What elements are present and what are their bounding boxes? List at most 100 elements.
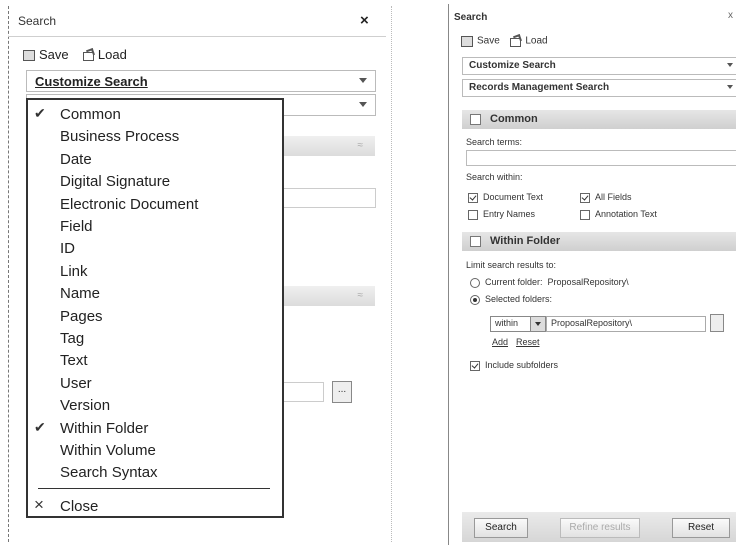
- entry-names-checkbox[interactable]: Entry Names: [468, 209, 535, 220]
- records-search-select[interactable]: Records Management Search: [462, 79, 736, 97]
- search-button[interactable]: Search: [474, 518, 528, 538]
- chevron-down-icon: [359, 102, 367, 107]
- browse-button[interactable]: ...: [332, 381, 352, 403]
- menu-item[interactable]: Name: [28, 283, 282, 305]
- checkbox-icon: [470, 360, 480, 371]
- menu-item-label: Date: [60, 150, 92, 168]
- collapse-icon: ≈: [357, 140, 364, 151]
- within-select[interactable]: within: [490, 316, 546, 332]
- section-title: Within Folder: [490, 235, 561, 247]
- radio-icon: [470, 277, 480, 288]
- search-terms-input[interactable]: [466, 150, 736, 166]
- panel-border: [8, 6, 9, 542]
- load-icon[interactable]: [81, 49, 95, 61]
- save-button[interactable]: Save: [477, 36, 500, 47]
- all-fields-checkbox[interactable]: All Fields: [580, 192, 632, 203]
- document-text-checkbox[interactable]: Document Text: [468, 192, 543, 203]
- menu-item[interactable]: Search Syntax: [28, 462, 282, 484]
- selected-folders-radio[interactable]: Selected folders:: [470, 294, 552, 305]
- panel-border: [391, 6, 392, 542]
- search-terms-input[interactable]: [278, 188, 376, 208]
- collapse-icon[interactable]: [470, 114, 481, 125]
- annotation-text-checkbox[interactable]: Annotation Text: [580, 209, 657, 220]
- browse-button[interactable]: [710, 314, 724, 332]
- include-subfolders-checkbox[interactable]: Include subfolders: [470, 360, 558, 371]
- title-bar: [8, 6, 386, 37]
- customize-search-select[interactable]: Customize Search: [26, 70, 376, 92]
- select-value: within: [495, 318, 519, 328]
- menu-item[interactable]: Electronic Document: [28, 194, 282, 216]
- menu-item-label: Text: [60, 352, 88, 370]
- customize-search-select[interactable]: Customize Search: [462, 57, 736, 75]
- close-button[interactable]: ×: [360, 12, 369, 29]
- folder-input[interactable]: [278, 382, 324, 402]
- menu-item[interactable]: Link: [28, 261, 282, 283]
- menu-item[interactable]: Tag: [28, 328, 282, 350]
- save-icon[interactable]: [460, 35, 474, 47]
- refine-results-button[interactable]: Refine results: [560, 518, 640, 538]
- menu-item-label: Business Process: [60, 128, 180, 146]
- menu-item[interactable]: Date: [28, 149, 282, 171]
- menu-item[interactable]: ✔ Within Folder: [28, 418, 282, 440]
- menu-item[interactable]: Pages: [28, 306, 282, 328]
- add-folder-link[interactable]: Add: [492, 337, 508, 347]
- menu-item[interactable]: Digital Signature: [28, 171, 282, 193]
- checkmark-icon: ✔: [34, 418, 46, 435]
- common-section-header[interactable]: Common: [462, 110, 736, 129]
- menu-close-item[interactable]: × Close: [28, 495, 282, 518]
- menu-item[interactable]: Version: [28, 395, 282, 417]
- checkbox-icon: [468, 209, 478, 220]
- option-label: Document Text: [483, 192, 543, 202]
- close-button[interactable]: x: [728, 10, 733, 21]
- panel-title: Search: [18, 14, 57, 28]
- menu-item-label: Digital Signature: [60, 173, 171, 191]
- section-title: Common: [490, 113, 538, 125]
- menu-item[interactable]: User: [28, 373, 282, 395]
- chevron-down-icon: [530, 317, 545, 331]
- search-within-label: Search within:: [466, 172, 523, 182]
- section-dropdown-menu: ✔ Common Business Process Date Digital Signa…: [26, 98, 284, 518]
- load-button[interactable]: Load: [525, 36, 547, 47]
- menu-item[interactable]: Field: [28, 216, 282, 238]
- panel-title: Search: [454, 12, 488, 23]
- save-icon[interactable]: [22, 49, 36, 61]
- menu-item-label: User: [60, 374, 92, 392]
- button-bar: Search Refine results Reset: [462, 512, 736, 542]
- menu-item[interactable]: ✔ Common: [28, 104, 282, 126]
- section-header[interactable]: ≈: [280, 136, 375, 156]
- menu-divider: [38, 488, 270, 489]
- checkbox-icon: [468, 192, 478, 203]
- save-button[interactable]: Save: [39, 47, 69, 62]
- load-button[interactable]: Load: [98, 47, 127, 62]
- close-icon: ×: [34, 495, 44, 514]
- chevron-down-icon: [359, 78, 367, 83]
- within-folder-section-header[interactable]: Within Folder: [462, 232, 736, 251]
- menu-item[interactable]: Text: [28, 350, 282, 372]
- checkmark-icon: ✔: [34, 105, 46, 121]
- collapse-icon: ≈: [357, 290, 364, 301]
- menu-item[interactable]: ID: [28, 238, 282, 260]
- menu-item-label: Within Folder: [60, 419, 149, 437]
- option-label: All Fields: [595, 192, 632, 202]
- reset-button[interactable]: Reset: [672, 518, 730, 538]
- select-value: Customize Search: [469, 60, 556, 71]
- load-icon[interactable]: [508, 35, 522, 47]
- reset-folder-link[interactable]: Reset: [516, 337, 540, 347]
- menu-item-label: ID: [60, 240, 75, 258]
- right-search-panel: Search x Save Load Customize Search Reco…: [438, 4, 736, 545]
- menu-item-label: Search Syntax: [60, 464, 158, 482]
- menu-item[interactable]: Within Volume: [28, 440, 282, 462]
- section-header[interactable]: ≈: [280, 286, 375, 306]
- select-value: Customize Search: [35, 74, 148, 89]
- folder-path-input[interactable]: ProposalRepository\: [546, 316, 706, 332]
- chevron-down-icon: [727, 85, 733, 89]
- collapse-icon[interactable]: [470, 236, 481, 247]
- current-folder-radio[interactable]: Current folder: ProposalRepository\: [470, 277, 629, 288]
- search-terms-label: Search terms:: [466, 137, 523, 147]
- current-folder-value: ProposalRepository\: [547, 277, 629, 287]
- option-label: Current folder:: [485, 277, 543, 287]
- radio-icon: [470, 294, 480, 305]
- menu-item-label: Tag: [60, 330, 85, 347]
- menu-item[interactable]: Business Process: [28, 126, 282, 148]
- menu-item-label: Version: [60, 397, 111, 415]
